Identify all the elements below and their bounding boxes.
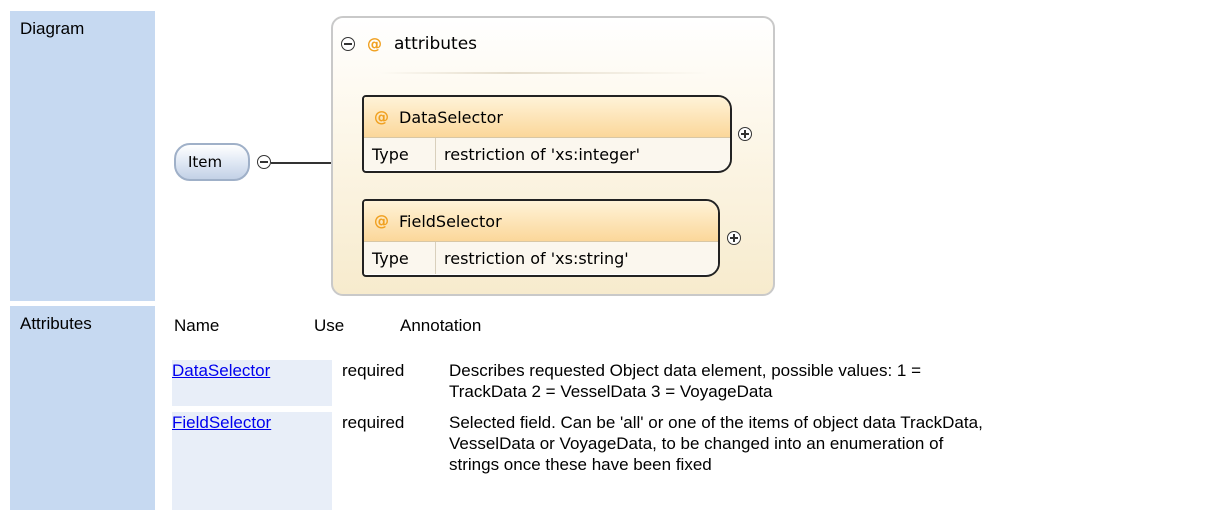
annotation-line: Selected field. Can be 'all' or one of t… bbox=[449, 413, 983, 432]
attribute-node-title: @ DataSelector bbox=[364, 97, 730, 138]
table-row-use: required bbox=[342, 413, 405, 432]
header-use: Use bbox=[314, 316, 345, 335]
type-key: Type bbox=[364, 242, 436, 274]
attribute-node-type-row: Type restriction of 'xs:integer' bbox=[364, 138, 730, 170]
type-value: restriction of 'xs:string' bbox=[444, 248, 629, 268]
annotation-line: Describes requested Object data element,… bbox=[449, 361, 922, 380]
expand-dataselector-icon[interactable] bbox=[738, 127, 752, 141]
table-row-annotation: Selected field. Can be 'all' or one of t… bbox=[449, 412, 983, 475]
attribute-node-name: DataSelector bbox=[399, 107, 503, 127]
attribute-node-name: FieldSelector bbox=[399, 211, 502, 231]
attribute-node-dataselector[interactable]: @ DataSelector Type restriction of 'xs:i… bbox=[362, 95, 732, 173]
header-annotation: Annotation bbox=[400, 316, 482, 335]
diagram-row-label: Diagram bbox=[10, 11, 155, 301]
table-row-use: required bbox=[342, 361, 405, 380]
header-name: Name bbox=[174, 316, 220, 335]
at-sign-icon: @ bbox=[374, 212, 389, 230]
attributes-group-title: attributes bbox=[394, 34, 478, 54]
type-key: Type bbox=[364, 138, 436, 170]
expand-fieldselector-icon[interactable] bbox=[727, 231, 741, 245]
collapse-group-icon[interactable] bbox=[341, 37, 355, 51]
type-value: restriction of 'xs:integer' bbox=[444, 144, 641, 164]
attributes-row-label: Attributes bbox=[10, 306, 155, 510]
dataselector-link[interactable]: DataSelector bbox=[172, 361, 270, 380]
attribute-node-title: @ FieldSelector bbox=[364, 201, 718, 242]
annotation-line: strings once these have been fixed bbox=[449, 455, 712, 474]
collapse-item-icon[interactable] bbox=[257, 155, 271, 169]
attributes-group-header: @ attributes bbox=[341, 34, 477, 54]
item-element-label: Item bbox=[188, 153, 223, 171]
table-row-name-cell: FieldSelector bbox=[172, 412, 332, 510]
annotation-line: TrackData 2 = VesselData 3 = VoyageData bbox=[449, 382, 773, 401]
annotation-line: VesselData or VoyageData, to be changed … bbox=[449, 434, 944, 453]
table-row-name-cell: DataSelector bbox=[172, 360, 332, 406]
item-connector-line bbox=[271, 162, 333, 164]
at-sign-icon: @ bbox=[374, 108, 389, 126]
at-sign-icon: @ bbox=[367, 35, 382, 53]
attribute-node-fieldselector[interactable]: @ FieldSelector Type restriction of 'xs:… bbox=[362, 199, 720, 277]
group-separator bbox=[379, 72, 709, 74]
item-element-node[interactable]: Item bbox=[174, 143, 250, 181]
table-row-annotation: Describes requested Object data element,… bbox=[449, 360, 921, 402]
attribute-node-type-row: Type restriction of 'xs:string' bbox=[364, 242, 718, 274]
fieldselector-link[interactable]: FieldSelector bbox=[172, 413, 271, 432]
